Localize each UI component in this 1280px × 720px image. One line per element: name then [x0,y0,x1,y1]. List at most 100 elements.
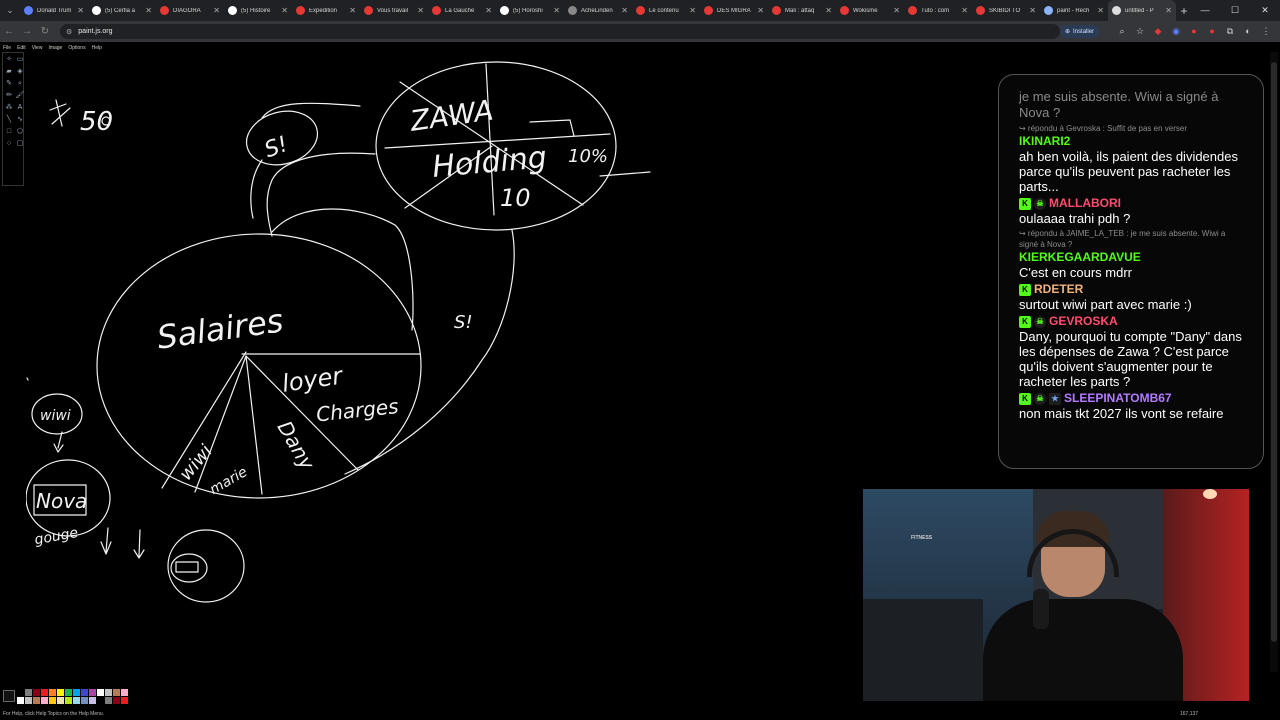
tab-close-icon[interactable]: ✕ [553,6,560,15]
chat-username[interactable]: GEVROSKA [1049,314,1118,329]
browser-tab[interactable]: (5) Histoire ✕ [224,0,292,21]
browser-tab[interactable]: Expedition ✕ [292,0,360,21]
extension-icon-3[interactable]: ● [1188,24,1200,38]
color-swatch[interactable] [81,689,88,696]
ellipse-icon[interactable]: ○ [4,138,14,149]
tab-close-icon[interactable]: ✕ [213,6,220,15]
color-swatch[interactable] [49,697,56,704]
color-swatch[interactable] [65,697,72,704]
extension-icon-2[interactable]: ◉ [1170,24,1182,38]
color-swatch[interactable] [57,689,64,696]
browser-tab[interactable]: Wokisme ✕ [836,0,904,21]
tab-close-icon[interactable]: ✕ [485,6,492,15]
address-bar[interactable]: ⚙ paint.js.org [60,24,1060,39]
free-select-icon[interactable]: ✧ [4,54,14,65]
color-swatch[interactable] [41,689,48,696]
install-app-button[interactable]: ⊕ Installer [1060,25,1100,38]
browser-tab[interactable]: Vous travail ✕ [360,0,428,21]
color-swatch[interactable] [65,689,72,696]
color-swatch[interactable] [73,697,80,704]
browser-tab[interactable]: AcheLinden ✕ [564,0,632,21]
color-swatch[interactable] [33,697,40,704]
reload-button[interactable]: ↻ [36,26,54,37]
color-swatch[interactable] [33,689,40,696]
chat-username[interactable]: KIERKEGAARDAVUE [1019,250,1141,265]
menu-file[interactable]: File [3,45,11,51]
brush-icon[interactable]: 🖌 [15,90,25,101]
chat-username[interactable]: IKINARI2 [1019,134,1070,149]
browser-tab[interactable]: La Gauche ✕ [428,0,496,21]
airbrush-icon[interactable]: ⁂ [4,102,14,113]
color-swatch[interactable] [97,689,104,696]
zoom-icon[interactable]: ⌕ [1116,24,1128,38]
tab-close-icon[interactable]: ✕ [689,6,696,15]
tab-close-icon[interactable]: ✕ [893,6,900,15]
rounded-rect-icon[interactable]: ▢ [15,138,25,149]
tab-close-icon[interactable]: ✕ [145,6,152,15]
color-swatch[interactable] [57,697,64,704]
minimize-button[interactable]: — [1190,0,1220,21]
chat-username[interactable]: RDETER [1034,282,1083,297]
browser-tab[interactable]: paint - Rech ✕ [1040,0,1108,21]
tab-close-icon[interactable]: ✕ [1029,6,1036,15]
color-swatch[interactable] [25,697,32,704]
color-swatch[interactable] [17,697,24,704]
profile-avatar[interactable]: ◐ [1242,24,1254,38]
color-swatch[interactable] [73,689,80,696]
pencil-icon[interactable]: ✏ [4,90,14,101]
browser-tab[interactable]: (5) Horoshi ✕ [496,0,564,21]
fill-icon[interactable]: ◈ [15,66,25,77]
forward-button[interactable]: → [18,26,36,37]
menu-help[interactable]: Help [92,45,102,51]
browser-tab[interactable]: SKIBIDI TO ✕ [972,0,1040,21]
tab-close-icon[interactable]: ✕ [281,6,288,15]
tab-close-icon[interactable]: ✕ [825,6,832,15]
maximize-button[interactable]: ☐ [1220,0,1250,21]
tab-close-icon[interactable]: ✕ [1165,6,1172,15]
color-swatch[interactable] [41,697,48,704]
browser-tab[interactable]: DIAGORA ✕ [156,0,224,21]
chat-username[interactable]: SLEEPINATOMB67 [1064,391,1172,406]
extension-icon[interactable]: ◆ [1152,24,1164,38]
tab-close-icon[interactable]: ✕ [1097,6,1104,15]
site-info-icon[interactable]: ⚙ [66,28,72,36]
chat-username[interactable]: MALLABORI [1049,196,1121,211]
menu-edit[interactable]: Edit [17,45,26,51]
rectangle-icon[interactable]: □ [4,126,14,137]
magnifier-icon[interactable]: ⌕ [15,78,25,89]
color-swatch[interactable] [97,697,104,704]
browser-tab[interactable]: DES MIGRA ✕ [700,0,768,21]
tab-search-button[interactable]: ⌄ [0,0,20,21]
browser-tab[interactable]: Donald Trum ✕ [20,0,88,21]
browser-tab[interactable]: Le contenu ✕ [632,0,700,21]
curve-icon[interactable]: ∿ [15,114,25,125]
color-swatch[interactable] [89,689,96,696]
current-colors[interactable] [3,690,15,702]
color-swatch[interactable] [49,689,56,696]
eraser-icon[interactable]: ▰ [4,66,14,77]
browser-tab[interactable]: Tuto : com ✕ [904,0,972,21]
tab-close-icon[interactable]: ✕ [77,6,84,15]
menu-image[interactable]: Image [48,45,62,51]
browser-tab[interactable]: Mali : attaq ✕ [768,0,836,21]
color-swatch[interactable] [81,697,88,704]
menu-view[interactable]: View [32,45,43,51]
menu-options[interactable]: Options [68,45,85,51]
color-swatch[interactable] [113,689,120,696]
color-swatch[interactable] [113,697,120,704]
tab-close-icon[interactable]: ✕ [757,6,764,15]
picker-icon[interactable]: ✎ [4,78,14,89]
text-icon[interactable]: A [15,102,25,113]
back-button[interactable]: ← [0,26,18,37]
color-swatch[interactable] [105,689,112,696]
browser-tab[interactable]: untitled - P ✕ [1108,0,1176,21]
tab-close-icon[interactable]: ✕ [961,6,968,15]
color-swatch[interactable] [17,689,24,696]
browser-tab[interactable]: (5) Cerfia a ✕ [88,0,156,21]
extension-icon-4[interactable]: ● [1206,24,1218,38]
color-swatch[interactable] [25,689,32,696]
color-swatch[interactable] [121,689,128,696]
tab-close-icon[interactable]: ✕ [621,6,628,15]
browser-menu-icon[interactable]: ⋮ [1260,24,1272,38]
polygon-icon[interactable]: ⬠ [15,126,25,137]
